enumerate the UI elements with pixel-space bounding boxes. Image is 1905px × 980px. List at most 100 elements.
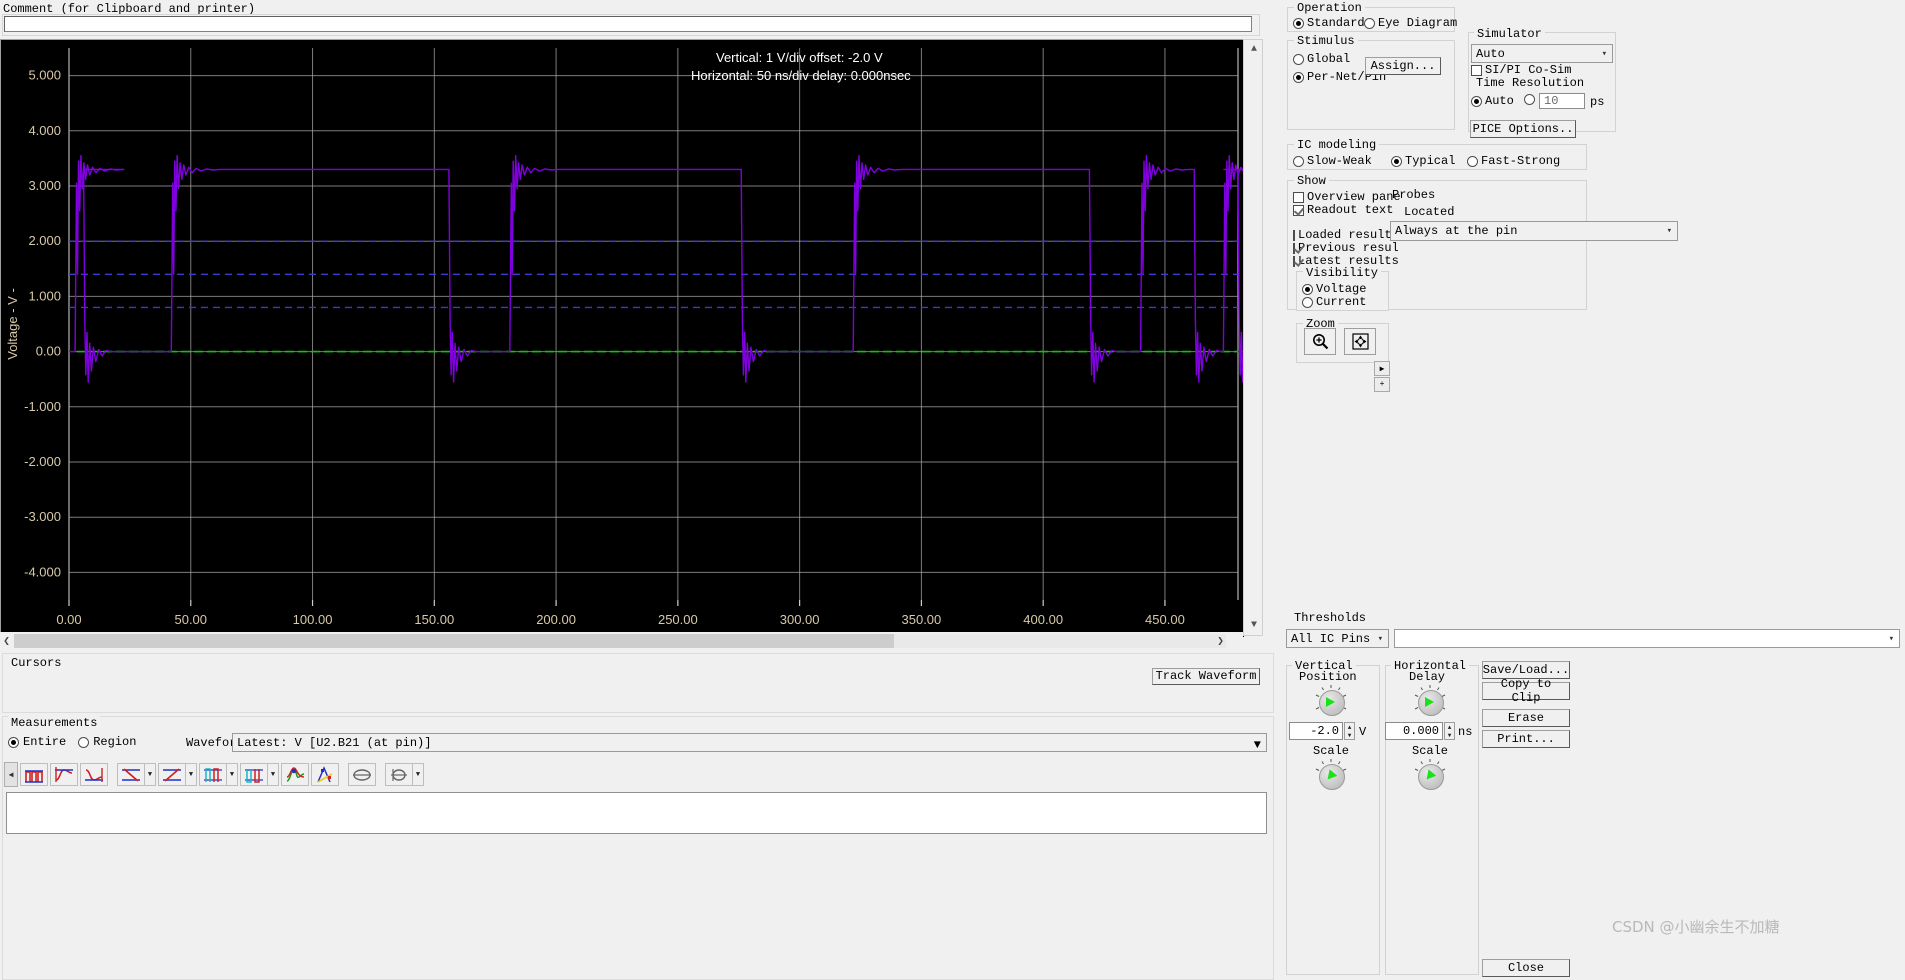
y-tick-label: 3.000 — [28, 178, 61, 193]
vertical-position-input[interactable]: -2.0 — [1289, 722, 1343, 740]
radio-global[interactable]: Global — [1293, 52, 1350, 66]
pulse-measure-icon[interactable] — [20, 763, 48, 786]
eye-width-icon-glyph — [391, 768, 407, 781]
overshoot-icon[interactable] — [50, 763, 78, 786]
expand-right-button[interactable]: ▶ — [1374, 361, 1390, 376]
radio-time-res-manual[interactable] — [1524, 94, 1535, 105]
measurement-output — [6, 792, 1267, 834]
zoom-fit-button[interactable] — [1344, 328, 1376, 355]
checkbox-si-pi-cosim[interactable]: SI/PI Co-Sim — [1471, 63, 1571, 77]
y-tick-label: 0.00 — [36, 344, 61, 359]
delay-falling-icon-dropdown[interactable]: ▼ — [268, 763, 279, 786]
spinner-down-icon[interactable]: ▼ — [1345, 731, 1354, 739]
radio-typical-label: Typical — [1405, 154, 1456, 168]
crosstalk-icon[interactable] — [311, 763, 339, 786]
x-tick-label: 250.00 — [658, 612, 698, 627]
radio-fast-strong[interactable]: Fast-Strong — [1467, 154, 1560, 168]
settle-delay-icon[interactable] — [281, 763, 309, 786]
radio-entire[interactable]: Entire — [8, 735, 66, 749]
radio-region[interactable]: Region — [78, 735, 136, 749]
eye-width-icon[interactable] — [385, 763, 413, 786]
checkbox-loaded-results-label: Loaded results — [1298, 228, 1398, 242]
cursors-group — [2, 653, 1274, 713]
y-tick-label: 2.000 — [28, 233, 61, 248]
x-tick-label: 0.00 — [56, 612, 81, 627]
close-button[interactable]: Close — [1482, 959, 1570, 977]
edge-rate-falling-icon[interactable] — [117, 763, 145, 786]
radio-time-res-auto[interactable]: Auto — [1471, 94, 1514, 108]
simulator-select[interactable]: Auto ▾ — [1471, 44, 1613, 63]
horizontal-delay-spinner[interactable]: ▲ ▼ — [1444, 722, 1455, 740]
print-button[interactable]: Print... — [1482, 730, 1570, 748]
horizontal-scale-knob[interactable] — [1412, 758, 1448, 794]
vertical-scale-label: Scale — [1313, 744, 1350, 758]
horizontal-delay-unit: ns — [1458, 725, 1473, 739]
undershoot-icon[interactable] — [80, 763, 108, 786]
zoom-in-icon — [1312, 334, 1328, 350]
eye-height-icon[interactable] — [348, 763, 376, 786]
edge-rate-falling-icon-glyph — [122, 767, 140, 782]
horizontal-delay-input[interactable]: 0.000 — [1385, 722, 1443, 740]
spinner-up-icon[interactable]: ▲ — [1345, 723, 1354, 731]
knob-pointer-icon — [1326, 697, 1335, 707]
probes-located-select[interactable]: Always at the pin ▾ — [1390, 221, 1678, 241]
eye-width-icon-dropdown[interactable]: ▼ — [413, 763, 424, 786]
thresholds-value-select[interactable]: ▾ — [1394, 629, 1900, 648]
checkbox-loaded-results[interactable]: Loaded results — [1293, 228, 1398, 242]
edge-rate-falling-icon-dropdown[interactable]: ▼ — [145, 763, 156, 786]
probes-located-value: Always at the pin — [1395, 224, 1518, 238]
scroll-right-icon[interactable]: ❯ — [1214, 634, 1227, 648]
delay-rising-icon-dropdown[interactable]: ▼ — [227, 763, 238, 786]
copy-to-clip-button[interactable]: Copy to Clip — [1482, 677, 1570, 705]
vertical-scale-knob[interactable] — [1313, 758, 1349, 794]
hscroll-thumb[interactable] — [14, 634, 894, 648]
x-tick-label: 100.00 — [293, 612, 333, 627]
plot-horizontal-scrollbar[interactable]: ❮ ❯ — [0, 632, 1243, 650]
radio-standard-label: Standard — [1307, 16, 1365, 30]
radio-typical[interactable]: Typical — [1391, 154, 1455, 168]
edge-rate-rising-icon-glyph — [163, 767, 181, 782]
checkbox-overview-pane[interactable]: Overview pane — [1293, 190, 1401, 204]
scroll-down-icon[interactable]: ▼ — [1246, 618, 1262, 633]
scroll-left-icon[interactable]: ❮ — [0, 634, 13, 648]
assign-button[interactable]: Assign... — [1365, 57, 1441, 75]
time-resolution-title: Time Resolution — [1473, 76, 1588, 90]
plot-vertical-scrollbar[interactable]: ▲ ▼ — [1243, 39, 1263, 636]
scroll-up-icon[interactable]: ▲ — [1246, 42, 1262, 57]
radio-time-res-auto-label: Auto — [1485, 94, 1514, 108]
radio-slow-weak[interactable]: Slow-Weak — [1293, 154, 1372, 168]
checkbox-previous-results-box — [1293, 242, 1295, 254]
spinner-down-icon[interactable]: ▼ — [1445, 731, 1454, 739]
waveform-select[interactable]: Latest: V [U2.B21 (at pin)] ▼ — [232, 733, 1267, 752]
erase-button[interactable]: Erase — [1482, 709, 1570, 727]
edge-rate-rising-icon[interactable] — [158, 763, 186, 786]
vertical-position-knob[interactable] — [1313, 684, 1349, 720]
toolbar-collapse-icon[interactable]: ◀ — [4, 762, 18, 787]
pice-options-button[interactable]: PICE Options.. — [1470, 120, 1576, 138]
horizontal-delay-knob[interactable] — [1412, 684, 1448, 720]
radio-region-dot — [78, 736, 90, 748]
track-waveform-button[interactable]: Track Waveform — [1152, 668, 1260, 685]
delay-falling-icon[interactable] — [240, 763, 268, 786]
comment-field-wrap — [2, 14, 1260, 36]
spinner-up-icon[interactable]: ▲ — [1445, 723, 1454, 731]
checkbox-overview-pane-label: Overview pane — [1307, 190, 1401, 204]
radio-voltage[interactable]: Voltage — [1302, 282, 1366, 296]
add-probe-button[interactable]: + — [1374, 377, 1390, 392]
thresholds-pin-filter-select[interactable]: All IC Pins ▾ — [1286, 629, 1389, 648]
time-resolution-input[interactable]: 10 — [1539, 93, 1585, 109]
hscroll-track[interactable] — [14, 634, 1226, 648]
waveform-plot[interactable]: 5.000 4.000 3.000 2.000 1.000 0.00 -1.000 -2.00… — [0, 39, 1244, 637]
radio-current-label: Current — [1316, 295, 1367, 309]
radio-standard[interactable]: Standard — [1293, 16, 1365, 30]
delay-rising-icon[interactable] — [199, 763, 227, 786]
x-tick-label: 200.00 — [536, 612, 576, 627]
checkbox-readout-text[interactable]: Readout text — [1293, 203, 1393, 217]
edge-rate-rising-icon-dropdown[interactable]: ▼ — [186, 763, 197, 786]
vertical-position-spinner[interactable]: ▲ ▼ — [1344, 722, 1355, 740]
comment-input[interactable] — [4, 16, 1252, 32]
zoom-in-button[interactable] — [1304, 328, 1336, 355]
radio-eye-diagram[interactable]: Eye Diagram — [1364, 16, 1457, 30]
radio-current[interactable]: Current — [1302, 295, 1366, 309]
checkbox-previous-results[interactable]: Previous resul — [1293, 241, 1398, 255]
